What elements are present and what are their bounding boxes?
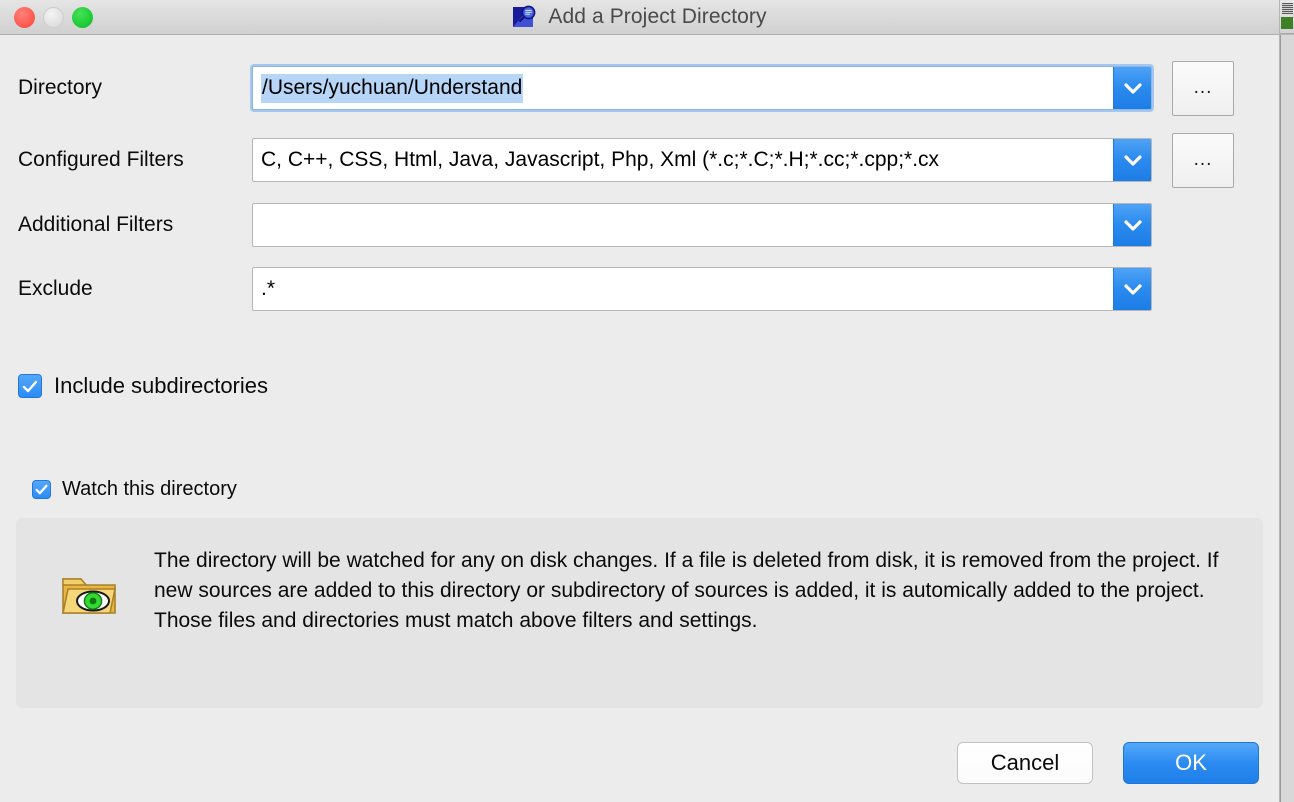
- directory-row: Directory /Users/yuchuan/Understand ...: [0, 66, 1279, 110]
- exclude-label: Exclude: [0, 277, 252, 301]
- configured-filters-dropdown-chevron-down-icon[interactable]: [1113, 139, 1151, 181]
- cancel-button[interactable]: Cancel: [957, 742, 1093, 784]
- exclude-value: .*: [261, 277, 275, 301]
- watch-info-panel: The directory will be watched for any on…: [16, 518, 1263, 708]
- ok-button[interactable]: OK: [1123, 742, 1259, 784]
- directory-value: /Users/yuchuan/Understand: [261, 74, 523, 103]
- configured-filters-input[interactable]: C, C++, CSS, Html, Java, Javascript, Php…: [253, 139, 1113, 181]
- configured-filters-value: C, C++, CSS, Html, Java, Javascript, Php…: [261, 148, 939, 172]
- include-subdirectories-checkbox[interactable]: [18, 374, 42, 398]
- dialog-title: Add a Project Directory: [548, 5, 766, 29]
- additional-filters-row: Additional Filters: [0, 203, 1279, 247]
- understand-magnifier-icon: [512, 5, 537, 30]
- watch-this-directory-checkbox-row[interactable]: Watch this directory: [32, 478, 237, 501]
- exclude-dropdown-chevron-down-icon[interactable]: [1113, 268, 1151, 310]
- configured-filters-combobox[interactable]: C, C++, CSS, Html, Java, Javascript, Php…: [252, 138, 1152, 182]
- dialog-titlebar[interactable]: Add a Project Directory: [0, 0, 1279, 35]
- directory-dropdown-chevron-down-icon[interactable]: [1113, 67, 1151, 109]
- configured-filters-label: Configured Filters: [0, 148, 252, 172]
- configured-filters-row: Configured Filters C, C++, CSS, Html, Ja…: [0, 138, 1279, 182]
- include-subdirectories-checkbox-row[interactable]: Include subdirectories: [18, 373, 268, 399]
- traffic-lights: [14, 0, 93, 35]
- background-window-green-marker: [1281, 17, 1293, 29]
- additional-filters-label: Additional Filters: [0, 213, 252, 237]
- background-window-body: [1280, 35, 1294, 802]
- dialog-content: Directory /Users/yuchuan/Understand ... …: [0, 35, 1279, 802]
- additional-filters-combobox[interactable]: [252, 203, 1152, 247]
- background-window-sliver: [1280, 0, 1294, 802]
- exclude-input[interactable]: .*: [253, 268, 1113, 310]
- directory-combobox[interactable]: /Users/yuchuan/Understand: [252, 66, 1152, 110]
- directory-browse-button[interactable]: ...: [1172, 61, 1234, 116]
- close-button[interactable]: [14, 7, 35, 28]
- minimize-button[interactable]: [43, 7, 64, 28]
- exclude-row: Exclude .*: [0, 267, 1279, 311]
- watched-folder-eye-icon: [60, 570, 118, 618]
- directory-label: Directory: [0, 76, 252, 100]
- exclude-combobox[interactable]: .*: [252, 267, 1152, 311]
- include-subdirectories-label: Include subdirectories: [54, 373, 268, 399]
- watch-this-directory-label: Watch this directory: [62, 478, 237, 501]
- directory-input[interactable]: /Users/yuchuan/Understand: [253, 67, 1113, 109]
- add-project-directory-dialog: Add a Project Directory Directory /Users…: [0, 0, 1280, 802]
- zoom-button[interactable]: [72, 7, 93, 28]
- additional-filters-dropdown-chevron-down-icon[interactable]: [1113, 204, 1151, 246]
- dialog-footer: Cancel OK: [957, 742, 1259, 784]
- configured-filters-browse-button[interactable]: ...: [1172, 133, 1234, 188]
- watch-info-text: The directory will be watched for any on…: [154, 546, 1234, 635]
- title-group: Add a Project Directory: [512, 5, 766, 30]
- additional-filters-input[interactable]: [253, 204, 1113, 246]
- background-window-stripe-icon: [1282, 3, 1293, 14]
- watch-this-directory-checkbox[interactable]: [32, 480, 51, 499]
